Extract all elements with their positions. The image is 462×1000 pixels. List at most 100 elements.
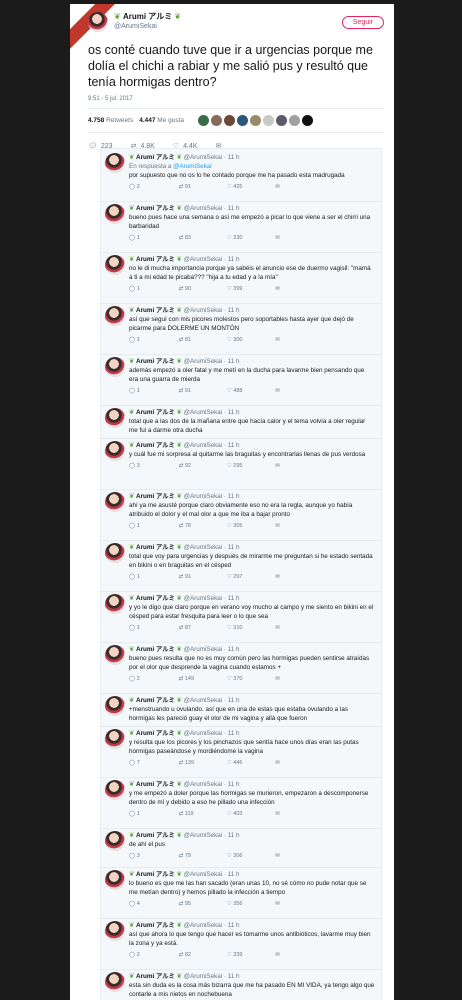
avatar[interactable] (105, 543, 125, 563)
reply-dm-button[interactable]: ✉ (275, 810, 293, 819)
reply-handle[interactable]: @ArumiSekai · 11 h (184, 730, 240, 737)
avatar[interactable] (105, 831, 125, 851)
reply-reply-button[interactable]: ◯ 1 (129, 336, 155, 345)
liker-avatar[interactable] (289, 115, 301, 126)
reply-dm-button[interactable]: ✉ (275, 573, 293, 582)
reply-handle[interactable]: @ArumiSekai · 11 h (184, 781, 240, 788)
display-name[interactable]: Arumi アルミ (123, 12, 172, 21)
reply-like-button[interactable]: ♡ 488 (227, 387, 251, 396)
reply-retweet-button[interactable]: ⇄ 87 (179, 624, 203, 633)
reply-retweet-button[interactable]: ⇄ 149 (179, 675, 203, 684)
reply-dm-button[interactable]: ✉ (275, 336, 293, 345)
author-names[interactable]: ❦ Arumi アルミ ❦ @ArumiSekai (114, 12, 181, 32)
reply-handle[interactable]: @ArumiSekai · 11 h (184, 697, 240, 704)
reply-display-name[interactable]: Arumi アルミ (136, 832, 175, 839)
reply-reply-button[interactable]: ◯ 3 (129, 462, 155, 471)
reply-retweet-button[interactable]: ⇄ 139 (179, 759, 203, 768)
reply-retweet-button[interactable]: ⇄ 79 (179, 852, 203, 861)
reply-display-name[interactable]: Arumi アルミ (136, 781, 175, 788)
reply-display-name[interactable]: Arumi アルミ (136, 493, 175, 500)
reply-display-name[interactable]: Arumi アルミ (136, 697, 175, 704)
reply-display-name[interactable]: Arumi アルミ (136, 922, 175, 929)
reply-display-name[interactable]: Arumi アルミ (136, 442, 175, 449)
handle[interactable]: @ArumiSekai (114, 22, 181, 32)
reply-handle[interactable]: @ArumiSekai · 11 h (184, 646, 240, 653)
reply-retweet-button[interactable]: ⇄ 91 (179, 183, 203, 192)
reply-dm-button[interactable]: ✉ (275, 675, 293, 684)
reply-handle[interactable]: @ArumiSekai · 11 h (184, 922, 240, 929)
avatar[interactable] (105, 729, 125, 749)
reply-reply-button[interactable]: ◯ 1 (129, 624, 155, 633)
reply-like-button[interactable]: ♡ 356 (227, 900, 251, 909)
reply-display-name[interactable]: Arumi アルミ (136, 646, 175, 653)
reply-handle[interactable]: @ArumiSekai · 11 h (184, 973, 240, 980)
reply-reply-button[interactable]: ◯ 2 (129, 183, 155, 192)
reply-dm-button[interactable]: ✉ (275, 387, 293, 396)
reply-handle[interactable]: @ArumiSekai · 11 h (184, 871, 240, 878)
reply-reply-button[interactable]: ◯ 1 (129, 573, 155, 582)
reply-dm-button[interactable]: ✉ (275, 183, 293, 192)
avatar[interactable] (88, 12, 108, 32)
reply-like-button[interactable]: ♡ 403 (227, 810, 251, 819)
reply-handle[interactable]: @ArumiSekai · 11 h (184, 493, 240, 500)
reply-display-name[interactable]: Arumi アルミ (136, 973, 175, 980)
reply-display-name[interactable]: Arumi アルミ (136, 871, 175, 878)
reply-like-button[interactable]: ♡ 300 (227, 336, 251, 345)
reply-dm-button[interactable]: ✉ (275, 462, 293, 471)
reply-dm-button[interactable]: ✉ (275, 522, 293, 531)
reply-like-button[interactable]: ♡ 310 (227, 624, 251, 633)
reply-like-button[interactable]: ♡ 297 (227, 573, 251, 582)
reply-like-button[interactable]: ♡ 295 (227, 462, 251, 471)
reply-dm-button[interactable]: ✉ (275, 624, 293, 633)
reply-display-name[interactable]: Arumi アルミ (136, 409, 175, 416)
reply-handle[interactable]: @ArumiSekai · 11 h (184, 832, 240, 839)
reply-handle[interactable]: @ArumiSekai · 11 h (184, 358, 240, 365)
liker-avatar[interactable] (211, 115, 223, 126)
avatar[interactable] (105, 306, 125, 326)
reply-reply-button[interactable]: ◯ 7 (129, 759, 155, 768)
reply-reply-button[interactable]: ◯ 1 (129, 810, 155, 819)
avatar[interactable] (105, 870, 125, 890)
likes-stat[interactable]: 4.447 Me gusta (139, 117, 184, 124)
avatar[interactable] (105, 696, 125, 716)
liker-avatar[interactable] (302, 115, 314, 126)
reply-dm-button[interactable]: ✉ (275, 900, 293, 909)
reply-handle[interactable]: @ArumiSekai · 11 h (184, 307, 240, 314)
reply-like-button[interactable]: ♡ 306 (227, 852, 251, 861)
reply-like-button[interactable]: ♡ 330 (227, 234, 251, 243)
reply-retweet-button[interactable]: ⇄ 82 (179, 951, 203, 960)
reply-retweet-button[interactable]: ⇄ 83 (179, 234, 203, 243)
reply-display-name[interactable]: Arumi アルミ (136, 307, 175, 314)
avatar[interactable] (105, 645, 125, 665)
avatar[interactable] (105, 594, 125, 614)
reply-reply-button[interactable]: ◯ 3 (129, 852, 155, 861)
reply-dm-button[interactable]: ✉ (275, 951, 293, 960)
reply-display-name[interactable]: Arumi アルミ (136, 544, 175, 551)
reply-to-handle[interactable]: @ArumiSekai (173, 163, 212, 170)
reply-dm-button[interactable]: ✉ (275, 852, 293, 861)
liker-avatar[interactable] (224, 115, 236, 126)
avatar[interactable] (105, 780, 125, 800)
liker-avatar[interactable] (198, 115, 210, 126)
reply-display-name[interactable]: Arumi アルミ (136, 256, 175, 263)
reply-handle[interactable]: @ArumiSekai · 11 h (184, 442, 240, 449)
reply-handle[interactable]: @ArumiSekai · 11 h (184, 154, 240, 161)
reply-display-name[interactable]: Arumi アルミ (136, 595, 175, 602)
reply-like-button[interactable]: ♡ 305 (227, 522, 251, 531)
avatar[interactable] (105, 921, 125, 941)
reply-reply-button[interactable]: ◯ 2 (129, 675, 155, 684)
reply-retweet-button[interactable]: ⇄ 81 (179, 336, 203, 345)
avatar[interactable] (105, 204, 125, 224)
avatar[interactable] (105, 492, 125, 512)
reply-dm-button[interactable]: ✉ (275, 234, 293, 243)
reply-reply-button[interactable]: ◯ 1 (129, 522, 155, 531)
reply-handle[interactable]: @ArumiSekai · 11 h (184, 205, 240, 212)
reply-dm-button[interactable]: ✉ (275, 759, 293, 768)
liker-avatar[interactable] (250, 115, 262, 126)
reply-reply-button[interactable]: ◯ 2 (129, 951, 155, 960)
timestamp[interactable]: 9:51 - 5 jul. 2017 (88, 96, 384, 102)
reply-handle[interactable]: @ArumiSekai · 11 h (184, 409, 240, 416)
reply-retweet-button[interactable]: ⇄ 90 (179, 285, 203, 294)
reply-dm-button[interactable]: ✉ (275, 285, 293, 294)
reply-display-name[interactable]: Arumi アルミ (136, 730, 175, 737)
